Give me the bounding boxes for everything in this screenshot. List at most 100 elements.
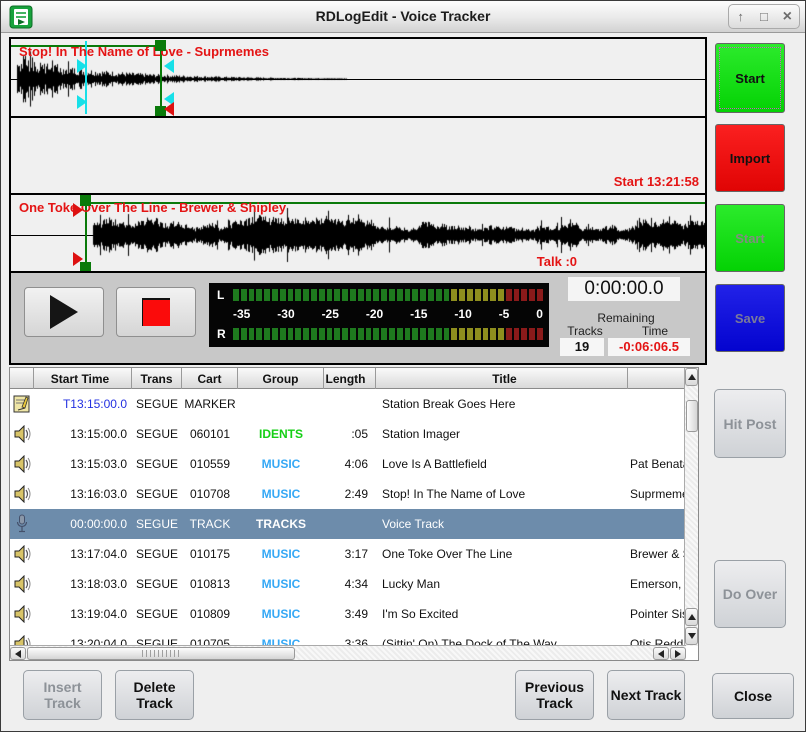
close-window-button[interactable]: ×: [777, 5, 797, 28]
scroll-right-button[interactable]: [670, 647, 686, 660]
speaker-icon: [10, 455, 34, 473]
cell-trans: SEGUE: [132, 547, 182, 561]
meter-segment: [327, 289, 333, 301]
log-row[interactable]: 13:15:03.0SEGUE010559MUSIC4:06Love Is A …: [10, 449, 686, 479]
log-row[interactable]: 13:17:04.0SEGUE010175MUSIC3:17One Toke O…: [10, 539, 686, 569]
column-header-start-time[interactable]: Start Time: [34, 368, 132, 389]
speaker-icon: [10, 605, 34, 623]
meter-segment: [288, 328, 294, 340]
scroll-up-button-2[interactable]: [685, 608, 698, 626]
meter-segment: [444, 289, 450, 301]
play-button[interactable]: [24, 287, 104, 337]
meter-segment: [405, 328, 411, 340]
shade-window-button[interactable]: ↑: [731, 5, 751, 28]
stop-icon: [142, 298, 170, 326]
log-row[interactable]: 13:15:00.0SEGUE060101IDENTS:05Station Im…: [10, 419, 686, 449]
window-title: RDLogEdit - Voice Tracker: [1, 8, 805, 24]
cell-start: 00:00:00.0: [34, 517, 132, 531]
meter-segment: [483, 289, 489, 301]
meter-segment: [288, 289, 294, 301]
start-track1-button[interactable]: Start: [715, 43, 785, 113]
scroll-down-button[interactable]: [685, 627, 698, 645]
fade-marker-icon[interactable]: [77, 59, 87, 73]
meter-segment: [483, 328, 489, 340]
horizontal-scrollbar[interactable]: [10, 645, 686, 660]
column-header-cart[interactable]: Cart: [182, 368, 238, 389]
scroll-up-button[interactable]: [685, 368, 698, 386]
column-header-length[interactable]: Length: [324, 368, 376, 389]
fade-marker-icon[interactable]: [164, 59, 174, 73]
column-header-title[interactable]: Title: [376, 368, 628, 389]
stop-button[interactable]: [116, 287, 196, 337]
vertical-scroll-thumb[interactable]: [686, 400, 698, 432]
cell-group: IDENTS: [238, 427, 324, 441]
arrow-right-icon: [675, 650, 681, 658]
log-row[interactable]: 13:20:04.0SEGUE010705MUSIC3:36(Sittin' O…: [10, 629, 686, 646]
cell-start: 13:16:03.0: [34, 487, 132, 501]
meter-segment: [373, 289, 379, 301]
meter-segment: [381, 289, 387, 301]
meter-segment: [272, 289, 278, 301]
import-button[interactable]: Import: [715, 124, 785, 192]
meter-right-label: R: [217, 327, 233, 341]
maximize-window-button[interactable]: □: [754, 5, 774, 28]
scroll-left-button-2[interactable]: [653, 647, 669, 660]
waveform-panel-incoming[interactable]: One Toke Over The Line - Brewer & Shiple…: [11, 195, 705, 273]
meter-segment: [256, 328, 262, 340]
cell-title: I'm So Excited: [376, 607, 628, 621]
meter-segment: [295, 289, 301, 301]
cell-title: Station Break Goes Here: [376, 397, 628, 411]
start-marker-icon[interactable]: [73, 203, 83, 217]
meter-segment: [412, 328, 418, 340]
arrow-left-icon: [15, 650, 21, 658]
next-track-button[interactable]: Next Track: [607, 670, 685, 720]
log-row[interactable]: T13:15:00.0SEGUEMARKERStation Break Goes…: [10, 389, 686, 419]
save-button: Save: [715, 284, 785, 352]
vertical-scrollbar[interactable]: [684, 368, 698, 646]
log-row[interactable]: 13:18:03.0SEGUE010813MUSIC4:34Lucky ManE…: [10, 569, 686, 599]
column-header-trans[interactable]: Trans: [132, 368, 182, 389]
previous-track-button[interactable]: Previous Track: [515, 670, 594, 720]
meter-scale: -35-30-25-20-15-10-50: [233, 306, 543, 322]
cell-start: 13:18:03.0: [34, 577, 132, 591]
column-header-group[interactable]: Group: [238, 368, 324, 389]
meter-left-bar: [233, 289, 543, 301]
cell-artist: Brewer & Shipley: [628, 547, 686, 561]
column-header-blank[interactable]: [628, 368, 686, 389]
meter-scale-tick: -20: [366, 307, 383, 321]
delete-track-button[interactable]: Delete Track: [115, 670, 194, 720]
meter-right-bar: [233, 328, 543, 340]
log-row[interactable]: 13:16:03.0SEGUE010708MUSIC2:49Stop! In T…: [10, 479, 686, 509]
log-table-header: Start TimeTransCartGroupLengthTitle: [10, 368, 686, 389]
waveform-panel-voicetrack[interactable]: Start 13:21:58: [11, 118, 705, 195]
meter-segment: [459, 289, 465, 301]
meter-scale-tick: -25: [322, 307, 339, 321]
log-row[interactable]: 00:00:00.0SEGUETRACKTRACKSVoice Track: [10, 509, 686, 539]
talk-time-label: Talk :0: [537, 254, 577, 269]
meter-segment: [350, 289, 356, 301]
thumb-grip: [142, 650, 180, 657]
incoming-track-title: One Toke Over The Line - Brewer & Shiple…: [19, 200, 286, 215]
column-header-blank[interactable]: [10, 368, 34, 389]
meter-segment: [490, 289, 496, 301]
insert-track-button: Insert Track: [23, 670, 102, 720]
log-row[interactable]: 13:19:04.0SEGUE010809MUSIC3:49I'm So Exc…: [10, 599, 686, 629]
scroll-left-button[interactable]: [10, 647, 26, 660]
remaining-time-value: -0:06:06.5: [608, 338, 690, 356]
meter-segment: [249, 328, 255, 340]
close-button[interactable]: Close: [712, 673, 794, 719]
cell-group: TRACKS: [238, 517, 324, 531]
end-marker-icon[interactable]: [164, 102, 174, 116]
meter-segment: [397, 328, 403, 340]
segue-handle-top[interactable]: [155, 40, 166, 51]
cell-cart: 010559: [182, 457, 238, 471]
meter-segment: [264, 289, 270, 301]
meter-segment: [490, 328, 496, 340]
fade-marker-icon[interactable]: [77, 95, 87, 109]
start-marker-icon[interactable]: [73, 252, 83, 266]
waveform-panel-outgoing[interactable]: Stop! In The Name of Love - Suprmemes: [11, 39, 705, 118]
horizontal-scroll-thumb[interactable]: [27, 647, 295, 660]
meter-segment: [241, 328, 247, 340]
cell-group: MUSIC: [238, 577, 324, 591]
cell-trans: SEGUE: [132, 397, 182, 411]
